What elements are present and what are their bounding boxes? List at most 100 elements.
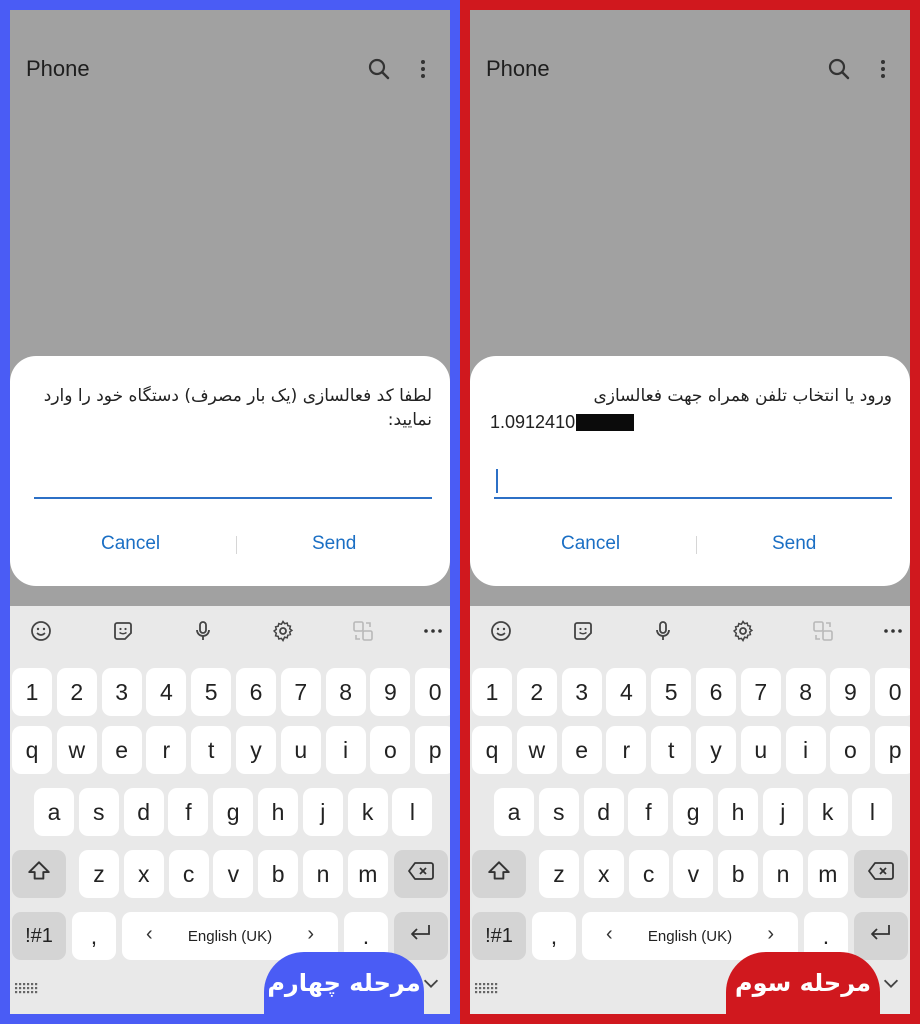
key-k[interactable]: k (807, 788, 848, 836)
key-q[interactable]: q (472, 726, 512, 774)
key-l[interactable]: l (852, 788, 893, 836)
key-6[interactable]: 6 (236, 668, 276, 716)
translate-icon[interactable] (808, 616, 838, 646)
key-t[interactable]: t (651, 726, 692, 774)
key-4[interactable]: 4 (146, 668, 187, 716)
key-b[interactable]: b (258, 850, 299, 898)
microphone-icon[interactable] (188, 616, 218, 646)
keyboard-grid-icon[interactable] (474, 982, 500, 996)
search-icon[interactable] (364, 54, 394, 84)
key-9[interactable]: 9 (370, 668, 411, 716)
key-w[interactable]: w (56, 726, 97, 774)
key-7[interactable]: 7 (280, 668, 321, 716)
key-s[interactable]: s (78, 788, 119, 836)
key-x[interactable]: x (583, 850, 624, 898)
cancel-button[interactable]: Cancel (101, 533, 160, 555)
key-g[interactable]: g (213, 788, 254, 836)
key-d[interactable]: d (583, 788, 624, 836)
key-2[interactable]: 2 (56, 668, 97, 716)
key-i[interactable]: i (325, 726, 366, 774)
key-0[interactable]: 0 (415, 668, 450, 716)
key-g[interactable]: g (673, 788, 714, 836)
key-f[interactable]: f (628, 788, 669, 836)
key-0[interactable]: 0 (875, 668, 910, 716)
cancel-button[interactable]: Cancel (561, 533, 620, 555)
key-v[interactable]: v (213, 850, 254, 898)
more-icon[interactable] (418, 616, 448, 646)
key-i[interactable]: i (785, 726, 826, 774)
key-y[interactable]: y (236, 726, 276, 774)
key-z[interactable]: z (539, 850, 579, 898)
key-l[interactable]: l (392, 788, 433, 836)
key-1[interactable]: 1 (12, 668, 52, 716)
key-t[interactable]: t (191, 726, 232, 774)
key-7[interactable]: 7 (740, 668, 781, 716)
key-3[interactable]: 3 (561, 668, 602, 716)
key-r[interactable]: r (146, 726, 187, 774)
key-d[interactable]: d (123, 788, 164, 836)
key-8[interactable]: 8 (785, 668, 826, 716)
key-o[interactable]: o (830, 726, 871, 774)
send-button[interactable]: Send (312, 533, 356, 555)
key-9[interactable]: 9 (830, 668, 871, 716)
key-h[interactable]: h (258, 788, 298, 836)
key-e[interactable]: e (561, 726, 602, 774)
enter-key[interactable] (854, 912, 908, 960)
key-v[interactable]: v (673, 850, 714, 898)
key-n[interactable]: n (303, 850, 343, 898)
symbols-key[interactable]: !#1 (12, 912, 66, 960)
more-vert-icon[interactable] (408, 54, 438, 84)
keyboard-grid-icon[interactable] (14, 982, 40, 996)
translate-icon[interactable] (348, 616, 378, 646)
key-j[interactable]: j (302, 788, 343, 836)
chevron-down-icon[interactable] (880, 972, 902, 994)
send-button[interactable]: Send (772, 533, 816, 555)
settings-icon[interactable] (728, 616, 758, 646)
key-3[interactable]: 3 (101, 668, 142, 716)
comma-key[interactable]: , (532, 912, 576, 960)
key-8[interactable]: 8 (325, 668, 366, 716)
key-x[interactable]: x (123, 850, 164, 898)
key-j[interactable]: j (762, 788, 803, 836)
key-6[interactable]: 6 (696, 668, 736, 716)
sticker-icon[interactable] (568, 616, 598, 646)
emoji-icon[interactable] (26, 616, 56, 646)
key-u[interactable]: u (280, 726, 321, 774)
comma-key[interactable]: , (72, 912, 116, 960)
emoji-icon[interactable] (486, 616, 516, 646)
key-n[interactable]: n (763, 850, 803, 898)
key-c[interactable]: c (168, 850, 209, 898)
key-z[interactable]: z (79, 850, 119, 898)
code-input-field[interactable] (34, 479, 432, 499)
shift-key[interactable] (472, 850, 526, 898)
key-5[interactable]: 5 (651, 668, 692, 716)
key-5[interactable]: 5 (191, 668, 232, 716)
key-a[interactable]: a (34, 788, 74, 836)
key-k[interactable]: k (347, 788, 388, 836)
key-q[interactable]: q (12, 726, 52, 774)
key-o[interactable]: o (370, 726, 411, 774)
key-f[interactable]: f (168, 788, 209, 836)
symbols-key[interactable]: !#1 (472, 912, 526, 960)
settings-icon[interactable] (268, 616, 298, 646)
sticker-icon[interactable] (108, 616, 138, 646)
key-p[interactable]: p (415, 726, 450, 774)
key-m[interactable]: m (347, 850, 388, 898)
more-vert-icon[interactable] (868, 54, 898, 84)
key-r[interactable]: r (606, 726, 647, 774)
backspace-key[interactable] (854, 850, 908, 898)
search-icon[interactable] (824, 54, 854, 84)
key-p[interactable]: p (875, 726, 910, 774)
key-1[interactable]: 1 (472, 668, 512, 716)
key-s[interactable]: s (538, 788, 579, 836)
backspace-key[interactable] (394, 850, 448, 898)
key-m[interactable]: m (807, 850, 848, 898)
enter-key[interactable] (394, 912, 448, 960)
microphone-icon[interactable] (648, 616, 678, 646)
key-w[interactable]: w (516, 726, 557, 774)
more-icon[interactable] (878, 616, 908, 646)
key-2[interactable]: 2 (516, 668, 557, 716)
shift-key[interactable] (12, 850, 66, 898)
key-u[interactable]: u (740, 726, 781, 774)
key-h[interactable]: h (718, 788, 758, 836)
